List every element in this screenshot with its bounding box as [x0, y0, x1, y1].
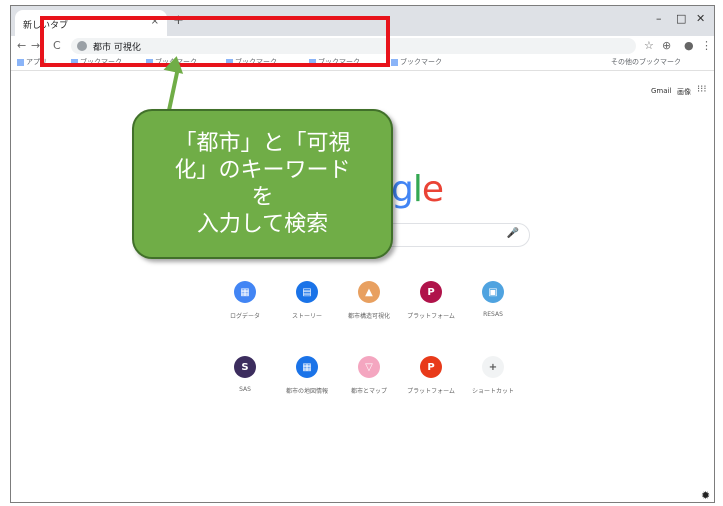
shortcut-icon: ▽: [358, 356, 380, 378]
shortcut-icon: P: [420, 281, 442, 303]
shortcut-label: SAS: [239, 386, 251, 393]
close-window-icon[interactable]: ✕: [696, 12, 705, 25]
shortcut-label: 都市とマップ: [350, 388, 387, 395]
bookmark-item[interactable]: ブックマーク: [391, 57, 442, 67]
bookmark-label: その他のブックマーク: [611, 58, 681, 66]
profile-icon[interactable]: ●: [684, 39, 694, 52]
bookmark-icon: [17, 58, 24, 66]
minimize-icon[interactable]: –: [656, 12, 662, 25]
google-logo: gle: [391, 169, 444, 210]
shortcut-tile[interactable]: ▤ ストーリー: [276, 281, 338, 320]
shortcut-label: 都市の地図情報: [285, 388, 328, 395]
back-icon[interactable]: ←: [17, 39, 26, 52]
other-bookmarks[interactable]: その他のブックマーク: [611, 57, 681, 67]
shortcut-tile[interactable]: ▣ RESAS: [462, 281, 524, 318]
shortcut-icon: +: [482, 356, 504, 378]
shortcut-label: RESAS: [483, 311, 503, 318]
shortcut-label: 都市構造可視化: [347, 313, 390, 320]
maximize-icon[interactable]: □: [676, 12, 686, 25]
logo-letter: g: [391, 169, 414, 210]
shortcut-icon: ▦: [296, 356, 318, 378]
bookmark-label: ブックマーク: [400, 58, 442, 66]
callout-box: 「都市」と「可視 化」のキーワード を 入力して検索: [132, 109, 393, 259]
logo-letter: e: [421, 169, 444, 210]
star-icon[interactable]: ☆: [644, 39, 654, 52]
shortcut-tile[interactable]: ▽ 都市とマップ: [338, 356, 400, 395]
shortcut-icon: P: [420, 356, 442, 378]
shortcut-icon: S: [234, 356, 256, 378]
settings-icon[interactable]: ✹: [701, 489, 710, 502]
shortcut-tile[interactable]: S SAS: [214, 356, 276, 393]
shortcut-tile[interactable]: ▦ ログデータ: [214, 281, 276, 320]
address-bar-highlight: [40, 16, 390, 67]
images-link[interactable]: 画像: [677, 87, 691, 97]
shortcut-tile[interactable]: + ショートカット: [462, 356, 524, 395]
shortcut-icon: ▦: [234, 281, 256, 303]
shortcut-label: ショートカット: [471, 388, 514, 395]
forward-icon[interactable]: →: [31, 39, 40, 52]
shortcut-icon: ▲: [358, 281, 380, 303]
shortcut-label: ログデータ: [229, 313, 260, 320]
menu-icon[interactable]: ⋮: [701, 39, 712, 52]
shortcut-tile[interactable]: P プラットフォーム: [400, 281, 462, 320]
shortcut-icon: ▣: [482, 281, 504, 303]
apps-grid-icon[interactable]: ⁝⁝⁝: [697, 84, 707, 95]
shortcut-label: ストーリー: [291, 313, 322, 320]
microphone-icon[interactable]: 🎤: [507, 228, 519, 239]
shortcut-tile[interactable]: ▦ 都市の地図情報: [276, 356, 338, 395]
logo-letter: l: [412, 169, 423, 210]
shortcut-label: プラットフォーム: [407, 313, 455, 320]
shortcut-icon: ▤: [296, 281, 318, 303]
callout-text: 「都市」と「可視 化」のキーワード を 入力して検索: [174, 131, 351, 237]
extension-icon[interactable]: ⊕: [662, 39, 671, 52]
bookmark-icon: [391, 58, 398, 66]
shortcut-label: プラットフォーム: [407, 388, 455, 395]
shortcut-tile[interactable]: P プラットフォーム: [400, 356, 462, 395]
shortcut-tile[interactable]: ▲ 都市構造可視化: [338, 281, 400, 320]
gmail-link[interactable]: Gmail: [651, 87, 671, 95]
